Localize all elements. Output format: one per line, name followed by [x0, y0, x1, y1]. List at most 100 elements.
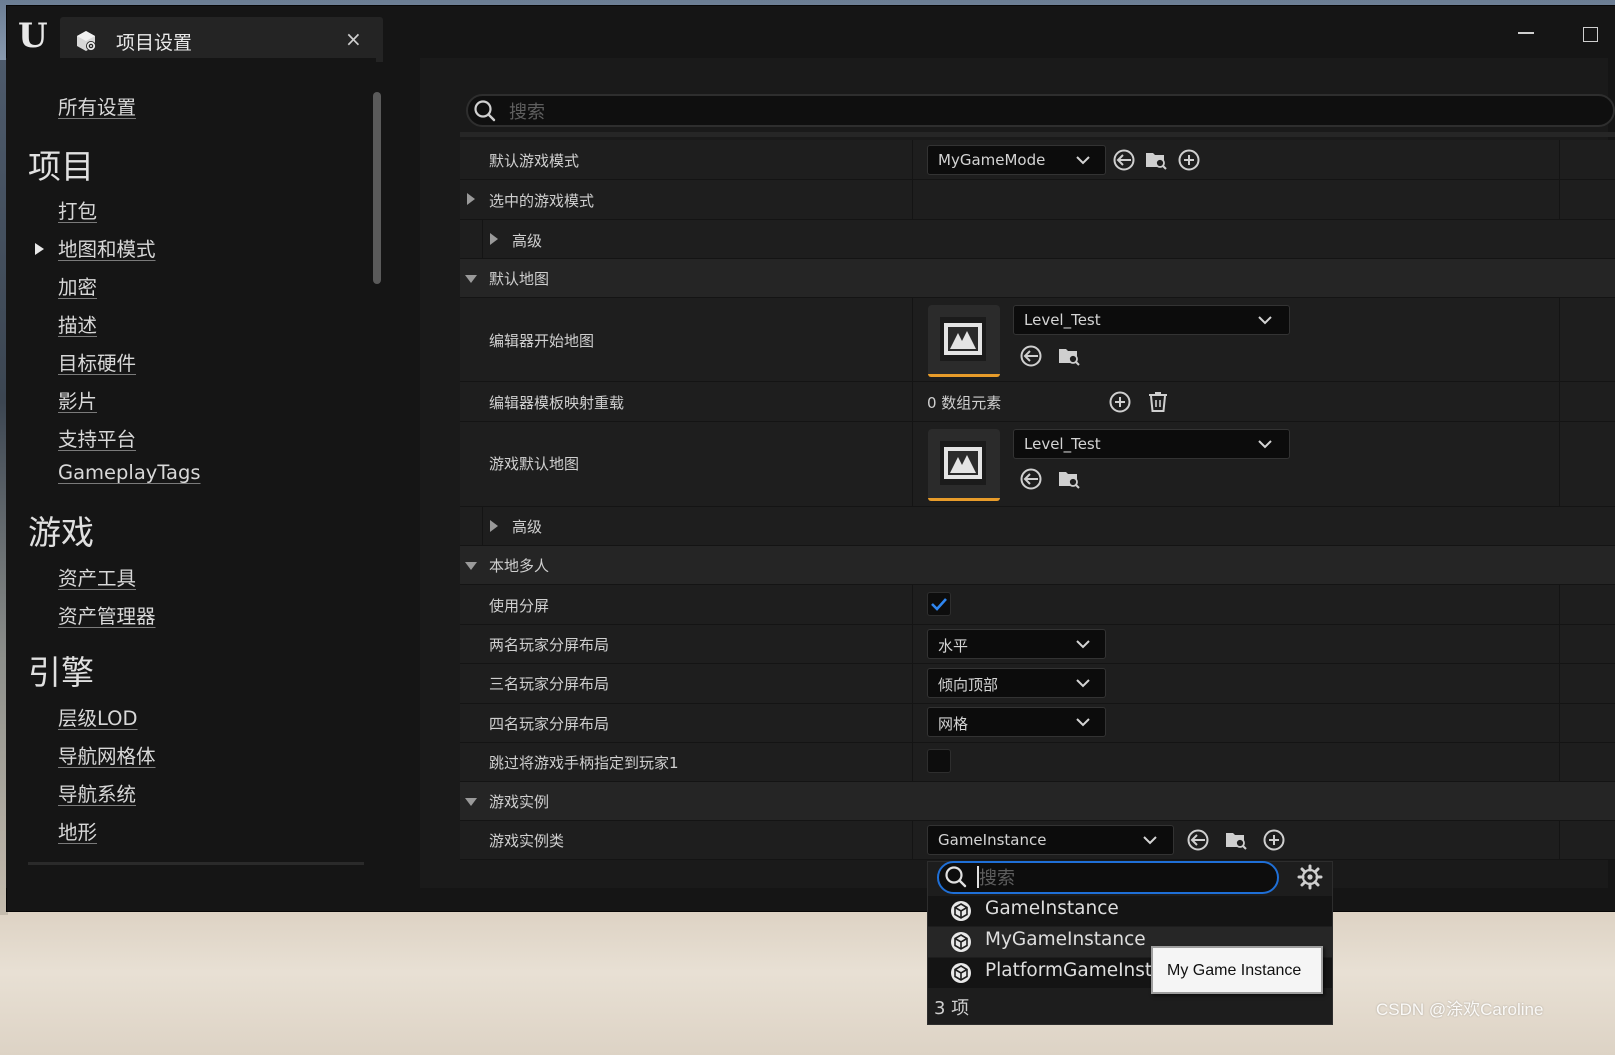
row-use-splitscreen: 使用分屏	[460, 585, 1615, 625]
tab-project-settings[interactable]: 项目设置 ×	[60, 17, 383, 62]
browse-folder-icon[interactable]	[1224, 828, 1248, 852]
browse-folder-icon[interactable]	[1057, 344, 1081, 368]
trash-icon[interactable]	[1146, 390, 1170, 414]
add-new-icon[interactable]	[1177, 148, 1201, 172]
combo-value: 网格	[938, 715, 969, 733]
use-selected-arrow-icon[interactable]	[1112, 148, 1136, 172]
three-player-layout-combo[interactable]: 倾向顶部	[927, 668, 1106, 698]
map-thumbnail-image	[940, 441, 986, 485]
browse-folder-icon[interactable]	[1144, 148, 1168, 172]
use-splitscreen-checkbox[interactable]	[927, 592, 951, 616]
combo-value: 水平	[938, 637, 969, 655]
add-element-icon[interactable]	[1108, 390, 1132, 414]
category-local-multiplayer[interactable]: 本地多人	[460, 546, 1615, 585]
column-divider	[912, 140, 913, 179]
column-divider	[1559, 298, 1560, 381]
label-advanced: 高级	[512, 518, 543, 536]
tooltip: My Game Instance	[1151, 946, 1323, 994]
desk-background	[0, 905, 1615, 1055]
label-game-instance-class: 游戏实例类	[489, 832, 565, 850]
sidebar-item-landscape[interactable]: 地形	[58, 816, 97, 845]
four-player-layout-combo[interactable]: 网格	[927, 707, 1106, 737]
map-thumbnail[interactable]	[928, 305, 1000, 377]
collapse-arrow-icon[interactable]	[465, 798, 477, 806]
unreal-logo-icon[interactable]: U	[18, 18, 54, 54]
search-icon	[474, 100, 496, 122]
sidebar-item-gameplay-tags[interactable]: GameplayTags	[58, 461, 201, 484]
column-divider	[912, 298, 913, 381]
label-four-player-layout: 四名玩家分屏布局	[489, 715, 610, 733]
column-divider	[912, 625, 913, 663]
sidebar-item-navigation-system[interactable]: 导航系统	[58, 778, 136, 807]
sidebar-item-asset-manager[interactable]: 资产管理器	[58, 600, 156, 629]
label-use-splitscreen: 使用分屏	[489, 597, 550, 615]
expand-arrow-icon[interactable]	[490, 520, 498, 532]
search-icon	[945, 866, 967, 888]
column-divider	[1559, 585, 1560, 624]
chevron-down-icon	[1076, 640, 1090, 649]
title-bar: U 项目设置 ×	[7, 6, 1615, 64]
asset-type-bar	[928, 374, 1000, 377]
use-selected-arrow-icon[interactable]	[1019, 467, 1043, 491]
editor-startup-map-combo[interactable]: Level_Test	[1013, 305, 1290, 335]
column-divider	[912, 422, 913, 506]
minimize-button[interactable]	[1515, 20, 1537, 40]
collapse-arrow-icon[interactable]	[465, 275, 477, 283]
default-game-mode-combo[interactable]: MyGameMode	[927, 145, 1106, 175]
row-selected-game-mode[interactable]: 选中的游戏模式	[460, 180, 1615, 220]
sidebar-scrollbar[interactable]	[373, 92, 381, 284]
sidebar-item-movies[interactable]: 影片	[58, 385, 97, 414]
collapse-arrow-icon[interactable]	[465, 562, 477, 570]
class-option-label: GameInstance	[985, 898, 1119, 919]
column-divider	[912, 664, 913, 703]
checkmark-icon	[931, 598, 947, 611]
row-advanced-maps[interactable]: 高级	[460, 507, 1615, 546]
sidebar-item-supported-platforms[interactable]: 支持平台	[58, 423, 136, 452]
class-option-gameinstance[interactable]: GameInstance	[928, 896, 1332, 926]
sidebar-item-navmesh[interactable]: 导航网格体	[58, 740, 156, 769]
sidebar-item-hlod[interactable]: 层级LOD	[58, 702, 138, 731]
sidebar-item-maps-modes[interactable]: 地图和模式	[58, 233, 156, 262]
column-divider	[1559, 743, 1560, 781]
browse-folder-icon[interactable]	[1057, 467, 1081, 491]
use-selected-arrow-icon[interactable]	[1019, 344, 1043, 368]
label-skip-gamepad-assign: 跳过将游戏手柄指定到玩家1	[489, 754, 679, 772]
class-icon	[951, 932, 971, 952]
category-default-maps[interactable]: 默认地图	[460, 259, 1615, 298]
expand-arrow-icon[interactable]	[467, 193, 475, 205]
array-element-count: 0 数组元素	[927, 394, 1002, 412]
game-instance-class-combo[interactable]: GameInstance	[927, 825, 1174, 855]
sidebar-item-target-hardware[interactable]: 目标硬件	[58, 347, 136, 376]
use-selected-arrow-icon[interactable]	[1186, 828, 1210, 852]
row-editor-template-overrides: 编辑器模板映射重载	[460, 382, 1615, 422]
combo-value: Level_Test	[1024, 435, 1101, 453]
class-option-label: MyGameInstance	[985, 929, 1146, 950]
game-default-map-combo[interactable]: Level_Test	[1013, 429, 1290, 459]
sidebar-item-asset-tools[interactable]: 资产工具	[58, 562, 136, 591]
column-divider	[1559, 180, 1560, 219]
skip-gamepad-assign-checkbox[interactable]	[927, 749, 951, 773]
column-divider	[1559, 382, 1560, 421]
column-divider	[1559, 664, 1560, 703]
sidebar-item-encryption[interactable]: 加密	[58, 271, 97, 300]
settings-search-input[interactable]	[466, 94, 1615, 127]
sidebar-item-packaging[interactable]: 打包	[58, 195, 97, 224]
add-new-icon[interactable]	[1262, 828, 1286, 852]
label-local-multiplayer: 本地多人	[489, 557, 550, 575]
sidebar-item-description[interactable]: 描述	[58, 309, 97, 338]
two-player-layout-combo[interactable]: 水平	[927, 629, 1106, 659]
class-icon	[951, 963, 971, 983]
map-thumbnail[interactable]	[928, 429, 1000, 501]
tab-close-button[interactable]: ×	[345, 27, 362, 51]
label-two-player-layout: 两名玩家分屏布局	[489, 636, 610, 654]
map-asset-icon	[944, 323, 982, 355]
gear-icon[interactable]	[1297, 864, 1323, 890]
maximize-button[interactable]	[1583, 27, 1598, 42]
sidebar-item-all-settings[interactable]: 所有设置	[58, 91, 136, 120]
label-advanced: 高级	[512, 232, 543, 250]
class-icon	[951, 901, 971, 921]
category-game-instance[interactable]: 游戏实例	[460, 782, 1615, 821]
expand-arrow-icon[interactable]	[490, 233, 498, 245]
class-picker-search-placeholder: 搜索	[979, 868, 1015, 889]
row-advanced-game-mode[interactable]: 高级	[460, 220, 1615, 259]
